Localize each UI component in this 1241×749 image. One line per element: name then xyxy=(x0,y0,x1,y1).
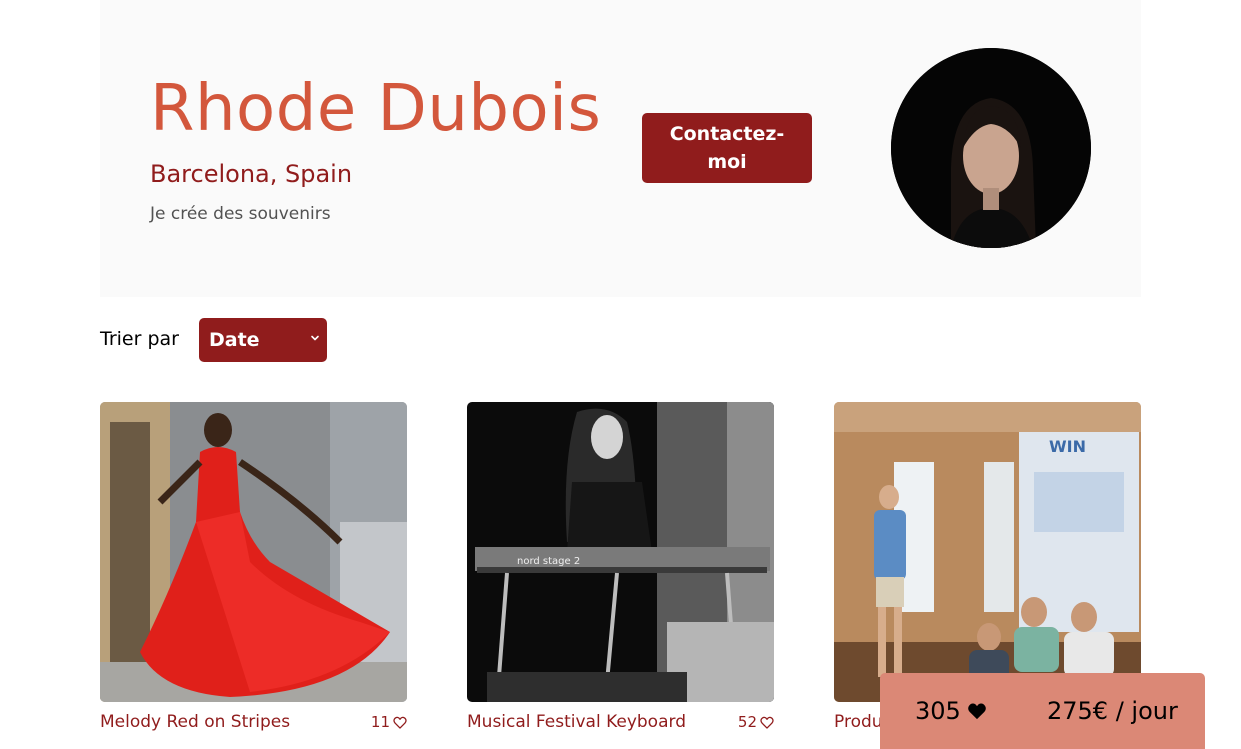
media-title: Musical Festival Keyboard xyxy=(467,712,686,732)
media-title: Melody Red on Stripes xyxy=(100,712,291,732)
daily-rate: 275€ / jour xyxy=(1047,697,1178,725)
chevron-down-icon xyxy=(311,335,319,341)
svg-text:nord stage 2: nord stage 2 xyxy=(517,556,580,567)
media-likes[interactable]: 52 xyxy=(738,713,774,731)
heart-outline-icon xyxy=(760,716,774,729)
media-card: nord stage 2 Musical Festival Keyboard 5… xyxy=(467,402,774,732)
media-likes[interactable]: 11 xyxy=(371,713,407,731)
photographer-location: Barcelona, Spain xyxy=(150,160,353,188)
photographer-avatar xyxy=(891,48,1091,248)
media-card: WIN Product Pitch xyxy=(834,402,1141,732)
media-image[interactable]: nord stage 2 xyxy=(467,402,774,702)
heart-outline-icon xyxy=(393,716,407,729)
sort-label: Trier par xyxy=(100,328,179,350)
media-likes-count: 52 xyxy=(737,713,757,731)
media-image[interactable] xyxy=(100,402,407,702)
total-likes-count: 305 xyxy=(915,697,961,725)
photographer-header: Rhode Dubois Barcelona, Spain Je crée de… xyxy=(100,0,1141,297)
heart-solid-icon xyxy=(967,703,986,720)
sort-select[interactable]: Date xyxy=(199,318,327,362)
stats-bar: 305 275€ / jour xyxy=(880,673,1205,749)
media-likes-count: 11 xyxy=(370,713,390,731)
sort-selected-value: Date xyxy=(209,329,260,351)
media-card: Melody Red on Stripes 11 xyxy=(100,402,407,732)
svg-text:WIN: WIN xyxy=(1049,437,1086,456)
media-image[interactable]: WIN xyxy=(834,402,1141,702)
contact-button[interactable]: Contactez-moi xyxy=(642,113,812,183)
photographer-tagline: Je crée des souvenirs xyxy=(150,204,331,224)
photographer-name: Rhode Dubois xyxy=(150,72,602,146)
total-likes: 305 xyxy=(915,697,987,725)
